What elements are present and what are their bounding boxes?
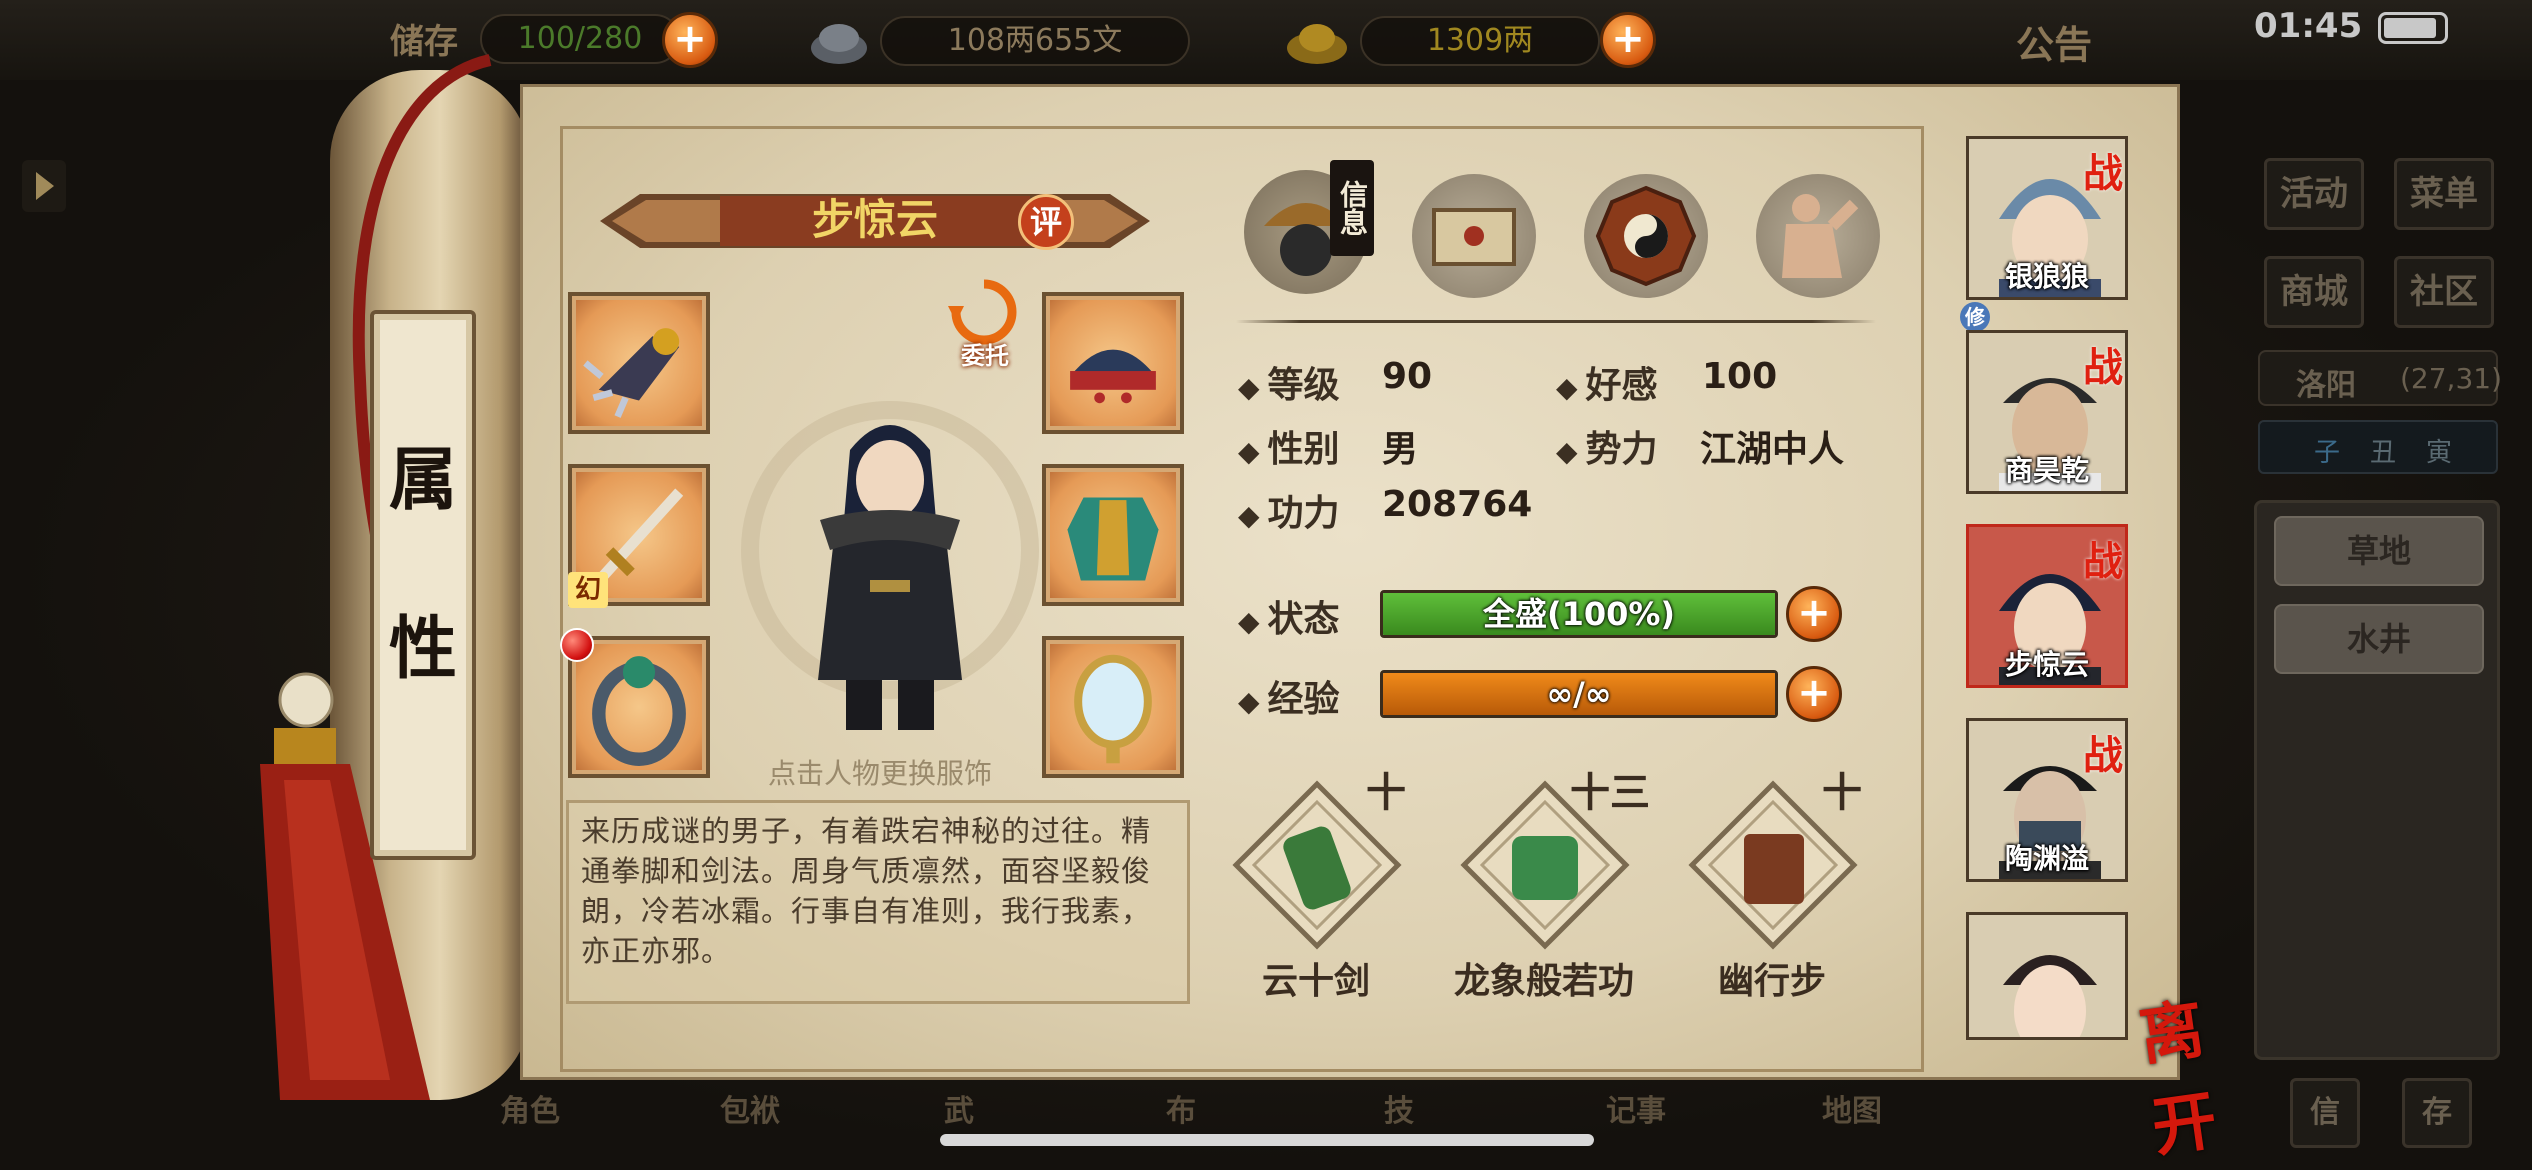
leave-button[interactable]: 离开: [2133, 970, 2267, 1166]
roster-name: 陶渊溢: [2004, 842, 2089, 875]
home-indicator[interactable]: [940, 1134, 1594, 1146]
skill-name: 云十剑: [1261, 961, 1370, 1002]
title-char: 性: [388, 609, 457, 689]
exp-text: ∞/∞: [1546, 675, 1612, 713]
power-value: 208764: [1382, 484, 1533, 525]
place-button-grass[interactable]: 草地: [2274, 516, 2484, 586]
silver-icon: [806, 10, 872, 70]
place-button-well[interactable]: 水井: [2274, 604, 2484, 674]
roster-name: 步惊云: [2004, 648, 2089, 681]
equip-slot-gauntlet[interactable]: [568, 292, 710, 434]
claw-weapon-icon: [583, 328, 680, 418]
power-label: ◆ 功力: [1238, 493, 1340, 534]
equip-slot-treasure[interactable]: [1042, 636, 1184, 778]
level-label: ◆ 等级: [1238, 365, 1340, 406]
location-coords: (27,31): [2400, 362, 2503, 395]
character-description: 来历成谜的男子，有着跌宕神秘的过往。精通拳脚和剑法。周身气质凛然，面容坚毅俊朗，…: [566, 800, 1190, 1004]
roster-member-selected[interactable]: 战 步惊云: [1966, 524, 2128, 688]
skill-name: 龙象般若功: [1453, 961, 1634, 1002]
hat-icon: [1070, 349, 1156, 404]
mirror-icon: [1074, 654, 1152, 764]
illusion-tag: 幻: [568, 572, 608, 608]
expand-arrow-icon[interactable]: [22, 160, 66, 212]
bagua-tab-icon[interactable]: [1584, 174, 1708, 298]
equip-slot-helmet[interactable]: [1042, 292, 1184, 434]
location-box: 洛阳 (27,31): [2258, 350, 2502, 406]
battle-tag: 战: [2083, 538, 2123, 585]
equip-slot-accessory[interactable]: [568, 636, 710, 778]
storage-value: 100/280: [480, 14, 680, 64]
state-text: 全盛(100%): [1482, 595, 1676, 633]
time-slot: 子: [2314, 438, 2341, 468]
nav-formation[interactable]: 布: [1166, 1086, 1196, 1130]
avatar: [2003, 955, 2097, 1037]
gold-add-button[interactable]: +: [1600, 12, 1656, 68]
exp-label: ◆ 经验: [1238, 679, 1340, 720]
skill-level: 十: [1822, 770, 1862, 816]
character-portrait[interactable]: [740, 350, 1040, 750]
battle-tag: 战: [2083, 732, 2123, 779]
time-slot-bar: 子 丑 寅: [2258, 420, 2498, 474]
cultivate-badge: 修: [1960, 302, 1990, 332]
nav-bag[interactable]: 包袱: [720, 1086, 780, 1130]
nav-martial[interactable]: 武: [944, 1086, 974, 1130]
time-slot: 寅: [2426, 438, 2453, 468]
activity-button[interactable]: 活动: [2264, 158, 2364, 230]
favor-label: ◆ 好感: [1556, 365, 1658, 406]
skill-level: 十: [1366, 770, 1406, 816]
gold-ingot-icon: [1284, 10, 1350, 70]
entrust-label: 委托: [961, 342, 1009, 370]
roster-member[interactable]: 战 陶渊溢: [1966, 718, 2128, 882]
battery-icon: [2378, 12, 2448, 44]
character-name: 步惊云: [811, 195, 938, 244]
state-add-button[interactable]: +: [1786, 586, 1842, 642]
battle-tag: 战: [2083, 344, 2123, 391]
rate-button[interactable]: 评: [1018, 194, 1074, 250]
notice-button[interactable]: 公告: [2016, 14, 2092, 69]
manual-tab-icon[interactable]: [1412, 174, 1536, 298]
battle-tag: 战: [2083, 150, 2123, 197]
money-display: 108两655文: [880, 16, 1190, 66]
roster-name: 商昊乾: [2004, 454, 2089, 487]
level-value: 90: [1382, 356, 1433, 397]
gold-display: 1309两: [1360, 16, 1600, 66]
menu-button[interactable]: 菜单: [2394, 158, 2494, 230]
gender-value: 男: [1382, 429, 1419, 470]
faction-label: ◆ 势力: [1556, 429, 1658, 470]
armor-icon: [1067, 497, 1159, 581]
state-label: ◆ 状态: [1238, 599, 1340, 640]
roster-member[interactable]: 战 商昊乾: [1966, 330, 2128, 494]
shop-button[interactable]: 商城: [2264, 256, 2364, 328]
nav-journal[interactable]: 记事: [1606, 1086, 1666, 1130]
skill-level: 十三: [1570, 770, 1650, 816]
skill-name: 幽行步: [1717, 961, 1826, 1002]
time-slot: 丑: [2370, 438, 2397, 468]
favor-value: 100: [1702, 356, 1778, 397]
meridian-tab-icon[interactable]: [1756, 174, 1880, 298]
stats-divider: [1236, 320, 1876, 323]
roster-member[interactable]: 战 银狼狼: [1966, 136, 2128, 300]
change-outfit-hint: 点击人物更换服饰: [767, 757, 992, 790]
nav-role[interactable]: 角色: [500, 1086, 560, 1130]
gender-label: ◆ 性别: [1238, 429, 1340, 470]
section-title-vertical: 属 性: [370, 310, 476, 860]
clock: 01:45: [2254, 6, 2363, 46]
info-tab-label: 信息: [1330, 160, 1374, 256]
roster-member[interactable]: [1966, 912, 2128, 1040]
roster-name: 银狼狼: [2004, 260, 2089, 293]
state-bar: 全盛(100%): [1380, 590, 1778, 638]
game-screen: 储存 100/280 + 108两655文 1309两 + 公告 01:45 活…: [0, 0, 2532, 1170]
notification-dot: [560, 628, 594, 662]
nav-skill[interactable]: 技: [1384, 1086, 1414, 1130]
storage-add-button[interactable]: +: [662, 12, 718, 68]
title-char: 属: [388, 440, 457, 520]
exp-add-button[interactable]: +: [1786, 666, 1842, 722]
exp-bar: ∞/∞: [1380, 670, 1778, 718]
bracelet-icon: [592, 656, 686, 766]
faction-value: 江湖中人: [1700, 429, 1845, 470]
community-button[interactable]: 社区: [2394, 256, 2494, 328]
nav-map[interactable]: 地图: [1822, 1086, 1882, 1130]
location-name: 洛阳: [2296, 368, 2356, 403]
equip-slot-armor[interactable]: [1042, 464, 1184, 606]
